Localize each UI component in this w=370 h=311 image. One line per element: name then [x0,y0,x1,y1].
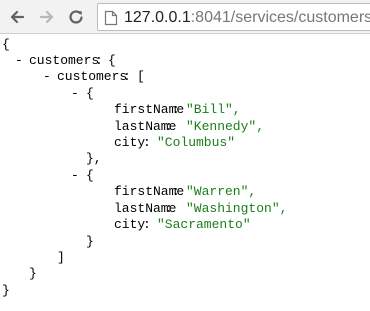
url-host: 127.0.0.1 [124,9,191,26]
json-string-value: "Bill", [186,102,241,117]
item-close-brace: } [86,234,94,249]
json-colon: : [123,69,131,84]
json-string-value: "Warren", [186,184,257,199]
json-key: city [114,217,146,232]
object-open-brace: { [108,53,116,68]
json-colon: : [165,119,173,134]
json-string-value: "Columbus" [157,135,236,150]
collapse-toggle[interactable]: - [15,53,23,70]
json-string-value: "Sacramento" [157,217,251,232]
root-close-brace: } [2,283,10,298]
json-line: firstName : "Bill", [0,102,241,119]
json-viewer: { - customers : { - customers : [ - { fi… [0,35,370,311]
json-line: city : "Sacramento" [0,217,251,234]
collapse-toggle[interactable]: - [71,168,79,185]
json-line: lastName : "Washington", [0,201,287,218]
json-colon: : [143,217,151,232]
json-key: customers [29,53,100,68]
forward-button[interactable] [35,5,59,29]
back-button[interactable] [5,5,29,29]
json-string-value: "Kennedy", [186,119,265,134]
object-close-brace: } [29,266,37,281]
reload-icon [69,10,83,24]
json-line: firstName : "Warren", [0,184,256,201]
json-colon: : [172,184,180,199]
url-path: :8041/services/customers/ [190,9,370,26]
json-colon: : [95,53,103,68]
json-line: - { [0,86,94,103]
json-line: city : "Columbus" [0,135,235,152]
browser-toolbar: 127.0.0.1:8041/services/customers/ [0,0,370,34]
document-icon [104,10,118,26]
json-key: customers [57,69,128,84]
json-line: - customers : [ [0,69,145,86]
json-line: - customers : { [0,53,116,70]
arrow-left-icon [10,10,25,24]
array-open-bracket: [ [137,69,145,84]
json-colon: : [172,102,180,117]
item-open-brace: { [86,86,94,101]
json-line: } [0,266,37,283]
item-close-brace: }, [86,151,102,166]
json-line: { [0,37,31,54]
json-line: ] [0,250,65,267]
json-line: } [0,283,31,300]
json-string-value: "Washington", [186,201,288,216]
json-colon: : [143,135,151,150]
json-line: } [0,234,94,251]
collapse-toggle[interactable]: - [43,69,51,86]
collapse-toggle[interactable]: - [71,86,79,103]
reload-button[interactable] [64,5,88,29]
arrow-right-icon [39,10,54,24]
json-line: }, [0,151,102,168]
root-open-brace: { [2,37,10,52]
json-line: lastName : "Kennedy", [0,119,264,136]
json-colon: : [165,201,173,216]
array-close-bracket: ] [57,250,65,265]
item-open-brace: { [86,168,94,183]
url-text[interactable]: 127.0.0.1:8041/services/customers/ [124,8,370,27]
json-line: - { [0,168,94,185]
address-bar[interactable]: 127.0.0.1:8041/services/customers/ [97,3,370,31]
json-key: city [114,135,146,150]
